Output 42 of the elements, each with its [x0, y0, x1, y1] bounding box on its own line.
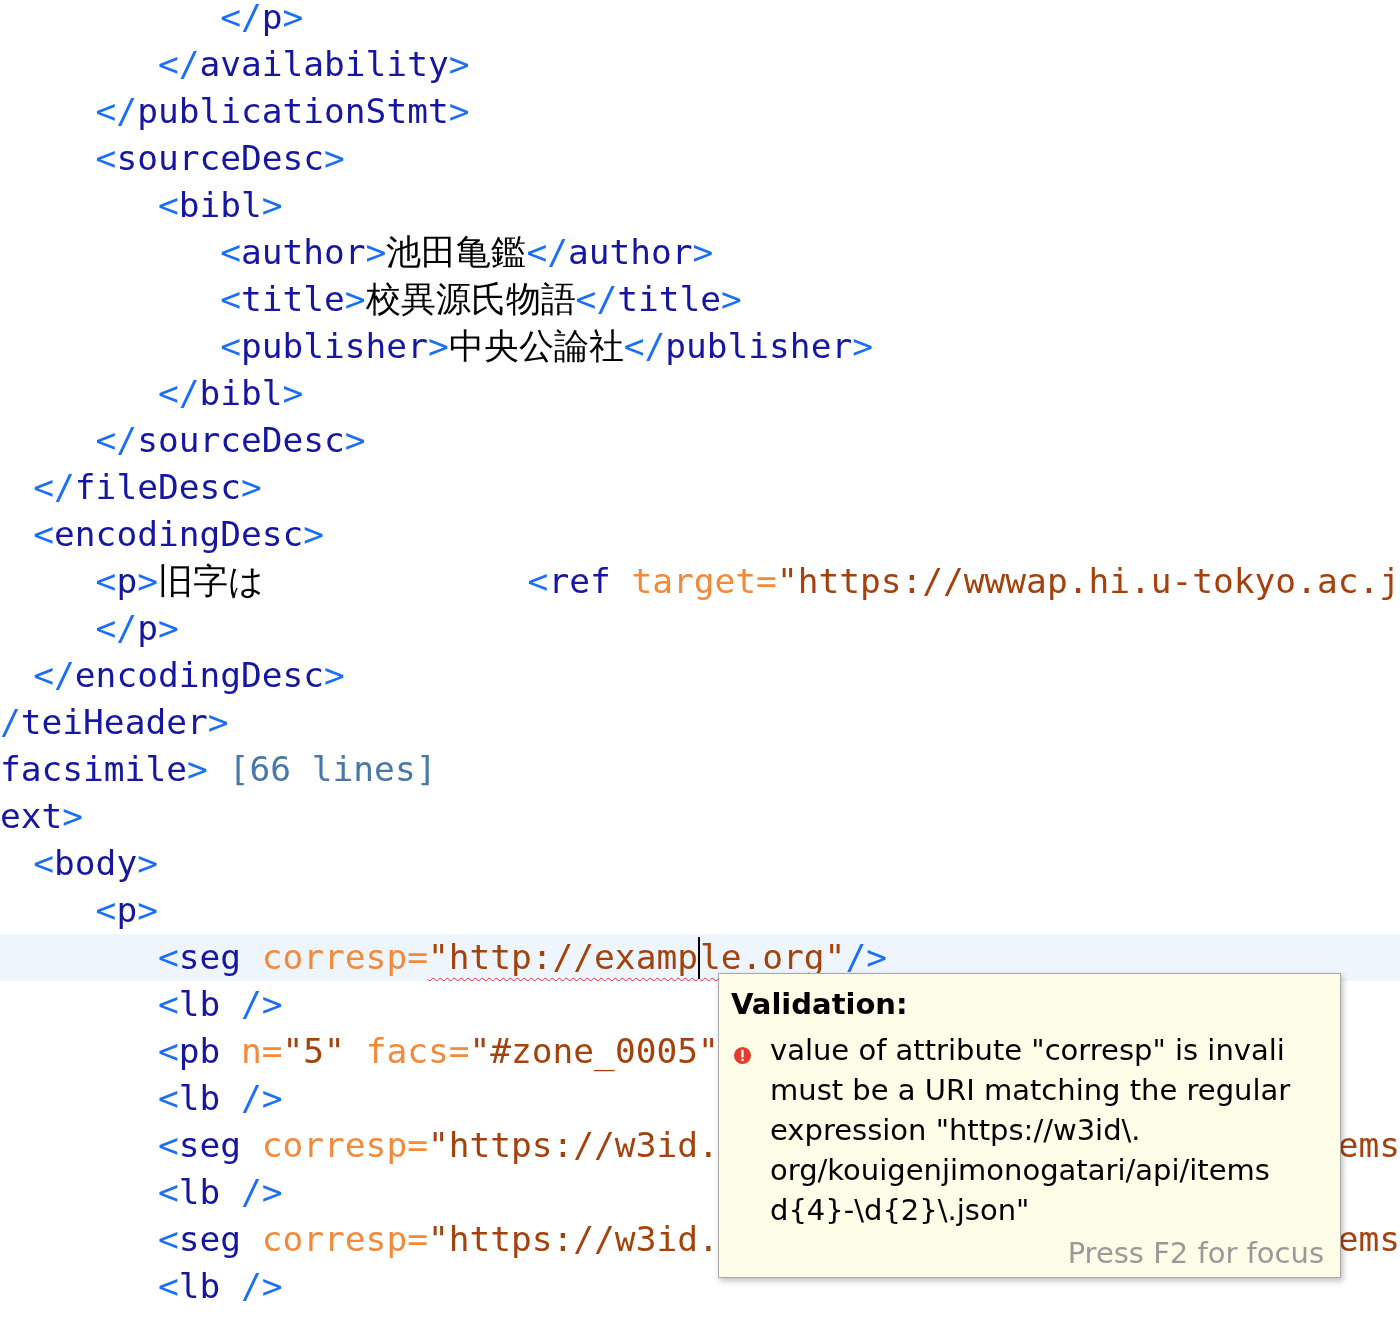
folded-lines-marker[interactable]: [66 lines] [228, 746, 437, 793]
code-text: ems [1337, 1218, 1400, 1261]
code-text: <lb /> [157, 1265, 283, 1308]
code-text: <sourceDesc> [95, 137, 345, 180]
code-text: <encodingDesc> [33, 513, 325, 556]
code-text: </p> [95, 607, 179, 650]
code-text: <lb /> [157, 1077, 283, 1120]
code-text: </sourceDesc> [95, 419, 366, 462]
code-text: <lb /> [157, 1171, 283, 1214]
code-text: <body> [33, 842, 158, 885]
code-text: </encodingDesc> [33, 654, 345, 697]
code-text: <ref target="https://wwwap.hi.u-tokyo.ac.j [527, 560, 1400, 603]
code-text: <seg corresp="https://w3id. [157, 1218, 719, 1261]
code-text: <seg corresp="http://examp [157, 936, 698, 979]
code-text: facsimile> [0, 748, 208, 791]
code-text: <p>旧字は [95, 560, 264, 603]
code-text: <author>池田亀鑑</author> [220, 231, 714, 274]
code-text: <p> [95, 889, 158, 932]
code-text: le.org"/> [699, 936, 887, 979]
code-text: <pb n="5" facs="#zone_0005" [157, 1030, 719, 1074]
error-message-line: org/kouigenjimonogatari/api/items [770, 1152, 1271, 1189]
code-text: <bibl> [157, 184, 283, 227]
tooltip-title: Validation: [731, 986, 909, 1023]
code-text: <lb /> [157, 983, 283, 1026]
error-icon [733, 1046, 752, 1065]
code-text: <title>校異源氏物語</title> [220, 278, 742, 321]
code-text: </publicationStmt> [95, 90, 470, 133]
code-text: </availability> [157, 43, 470, 86]
error-message-line: value of attribute "corresp" is invali [770, 1032, 1286, 1069]
error-message-line: expression "https://w3id\. [770, 1112, 1142, 1149]
focus-hint: Press F2 for focus [1067, 1235, 1324, 1272]
code-text: /teiHeader> [0, 701, 229, 744]
error-message-line: must be a URI matching the regular [770, 1072, 1291, 1109]
code-text: ems [1337, 1124, 1400, 1167]
text-cursor [697, 936, 700, 979]
code-text: <publisher>中央公論社</publisher> [220, 325, 873, 368]
code-text: </p> [220, 0, 304, 39]
code-text: <seg corresp="https://w3id. [157, 1124, 719, 1167]
code-text: </bibl> [157, 372, 304, 415]
code-text: </fileDesc> [33, 466, 262, 509]
error-message-line: d{4}-\d{2}\.json" [770, 1192, 1031, 1229]
code-text: ext> [0, 795, 84, 838]
